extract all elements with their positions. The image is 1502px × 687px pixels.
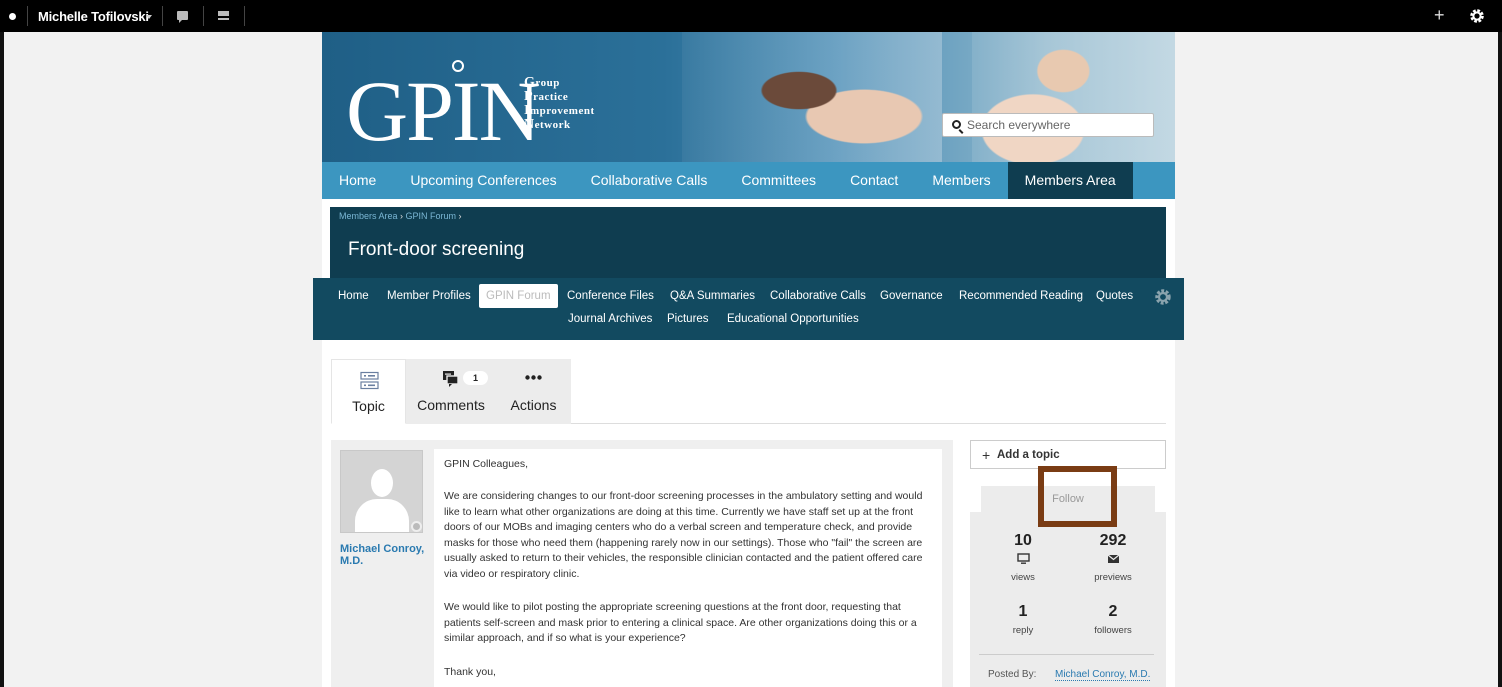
- avatar-head: [371, 469, 393, 497]
- breadcrumb-link-gpin-forum[interactable]: GPIN Forum: [406, 211, 457, 221]
- tab-comments[interactable]: 1 Comments: [406, 359, 496, 424]
- stat-previews: 292 previews: [1068, 532, 1158, 583]
- tab-actions-label: Actions: [510, 397, 557, 413]
- site-logo[interactable]: GPIN: [346, 68, 541, 154]
- posted-by-author-link[interactable]: Michael Conroy, M.D.: [1055, 669, 1151, 681]
- nav-item-collaborative-calls[interactable]: Collaborative Calls: [574, 162, 725, 199]
- logo-dot-icon: [452, 60, 464, 72]
- page-title: Front-door screening: [348, 239, 525, 260]
- envelope-icon: [1107, 554, 1119, 563]
- subnav-item-recommended-reading[interactable]: Recommended Reading: [959, 290, 1083, 302]
- tagline-line: Practice: [524, 89, 569, 104]
- post-paragraph: Thank you,: [444, 666, 496, 678]
- posted-by-label: Posted By:: [988, 669, 1037, 680]
- tagline-line: Network: [524, 117, 571, 132]
- toolbar-divider: [203, 6, 204, 26]
- online-status-icon: [411, 521, 422, 532]
- stats-divider: [979, 654, 1154, 655]
- toolbar-divider: [162, 6, 163, 26]
- tab-topic-label: Topic: [352, 398, 385, 414]
- stat-views: 10 views: [978, 532, 1068, 583]
- stat-previews-label: previews: [1094, 572, 1132, 583]
- stat-reply-label: reply: [1012, 625, 1034, 636]
- subnav-item-home[interactable]: Home: [338, 290, 369, 302]
- search-box[interactable]: [942, 113, 1154, 137]
- toolbar-divider: [27, 6, 28, 26]
- subnav-item-qa-summaries[interactable]: Q&A Summaries: [670, 290, 755, 302]
- avatar[interactable]: [340, 450, 423, 533]
- more-actions-icon: [525, 375, 542, 380]
- admin-toolbar: Michelle Tofilovski +: [0, 0, 1502, 32]
- toolbar-divider: [244, 6, 245, 26]
- user-menu[interactable]: Michelle Tofilovski: [38, 9, 149, 24]
- breadcrumb-link-members-area[interactable]: Members Area: [339, 211, 398, 221]
- subnav-item-governance[interactable]: Governance: [880, 290, 943, 302]
- subnav-settings-gear-icon[interactable]: [1154, 288, 1172, 306]
- window-frame-right: [1498, 32, 1502, 687]
- subnav-item-quotes[interactable]: Quotes: [1096, 290, 1133, 302]
- topic-post: Michael Conroy, M.D. GPIN Colleagues, We…: [331, 440, 953, 687]
- forum-sub-navigation: Home Member Profiles GPIN Forum Conferen…: [313, 278, 1184, 340]
- topic-list-icon: [360, 371, 379, 390]
- plus-icon: +: [982, 447, 991, 463]
- header-photo-doctor-child: [682, 32, 942, 162]
- stat-previews-number: 292: [1099, 532, 1127, 549]
- stat-followers-number: 2: [1108, 603, 1118, 620]
- comments-count-badge: 1: [463, 371, 488, 385]
- activity-feed-icon[interactable]: [218, 11, 229, 21]
- stat-views-label: views: [1011, 572, 1035, 583]
- subnav-item-member-profiles[interactable]: Member Profiles: [387, 290, 471, 302]
- stat-followers: 2 followers: [1068, 603, 1158, 636]
- page-header: Members Area › GPIN Forum › Front-door s…: [330, 207, 1166, 278]
- add-icon[interactable]: +: [1434, 5, 1445, 26]
- post-paragraph: We are considering changes to our front-…: [444, 490, 923, 580]
- nav-item-committees[interactable]: Committees: [724, 162, 833, 199]
- main-navigation: Home Upcoming Conferences Collaborative …: [322, 162, 1175, 199]
- stat-views-number: 10: [1014, 532, 1032, 549]
- site-header-banner: GPIN Group Practice Improvement Network: [322, 32, 1175, 162]
- search-icon[interactable]: [952, 120, 961, 129]
- post-paragraph: GPIN Colleagues,: [444, 458, 529, 470]
- tab-actions[interactable]: Actions: [496, 359, 571, 424]
- avatar-body: [355, 499, 409, 532]
- subnav-item-educational-opportunities[interactable]: Educational Opportunities: [727, 313, 859, 325]
- add-topic-label: Add a topic: [997, 449, 1060, 461]
- nav-item-contact[interactable]: Contact: [833, 162, 915, 199]
- site-tagline: Group Practice Improvement Network: [524, 76, 595, 132]
- stat-reply-number: 1: [1018, 603, 1028, 620]
- tagline-line: Group: [524, 75, 560, 90]
- breadcrumb: Members Area › GPIN Forum ›: [339, 211, 462, 221]
- tagline-line: Improvement: [524, 103, 595, 118]
- nav-item-members-area[interactable]: Members Area: [1007, 162, 1133, 199]
- subnav-item-journal-archives[interactable]: Journal Archives: [568, 313, 652, 325]
- comments-icon: [443, 371, 459, 387]
- subnav-item-pictures[interactable]: Pictures: [667, 313, 709, 325]
- nav-item-home[interactable]: Home: [322, 162, 393, 199]
- follow-highlight-box: [1038, 466, 1117, 527]
- stat-reply: 1 reply: [978, 603, 1068, 636]
- header-photo-nurse-baby: [972, 32, 1175, 162]
- tab-comments-label: Comments: [417, 397, 485, 413]
- status-dot-icon: [9, 13, 16, 20]
- settings-gear-icon[interactable]: [1469, 8, 1485, 24]
- stat-followers-label: followers: [1094, 625, 1132, 636]
- nav-item-upcoming-conferences[interactable]: Upcoming Conferences: [393, 162, 573, 199]
- chat-icon[interactable]: [177, 11, 188, 23]
- search-input[interactable]: [967, 117, 1147, 133]
- subnav-item-conference-files[interactable]: Conference Files: [567, 290, 654, 302]
- window-frame-left: [0, 32, 4, 687]
- post-author-link[interactable]: Michael Conroy, M.D.: [340, 543, 430, 567]
- monitor-icon: [1016, 553, 1030, 564]
- chevron-down-icon[interactable]: [146, 15, 152, 19]
- post-paragraph: We would like to pilot posting the appro…: [444, 601, 917, 644]
- subnav-item-gpin-forum[interactable]: GPIN Forum: [479, 284, 558, 308]
- add-topic-button[interactable]: + Add a topic: [970, 440, 1166, 469]
- topic-tabs: Topic 1 Comments Actions: [331, 359, 1166, 424]
- topic-stats-panel: 10 views 292 previews 1 reply 2 follower…: [970, 512, 1166, 687]
- tab-topic[interactable]: Topic: [331, 359, 406, 424]
- nav-item-members[interactable]: Members: [915, 162, 1007, 199]
- subnav-item-collaborative-calls[interactable]: Collaborative Calls: [770, 290, 866, 302]
